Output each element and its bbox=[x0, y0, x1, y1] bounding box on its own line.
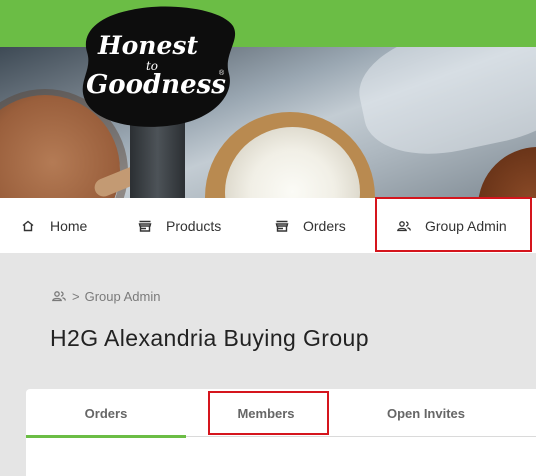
nav-item-orders[interactable]: Orders bbox=[274, 198, 346, 253]
tab-label: Orders bbox=[84, 405, 128, 421]
tab-orders[interactable]: Orders bbox=[26, 389, 186, 437]
tab-label: Open Invites bbox=[386, 405, 466, 421]
highlight-box-group-admin bbox=[375, 197, 532, 252]
nav-item-label: Home bbox=[50, 217, 88, 234]
nav-item-products[interactable]: Products bbox=[137, 198, 221, 253]
hero-spice-bowl bbox=[478, 147, 536, 198]
tab-open-invites[interactable]: Open Invites bbox=[346, 389, 506, 437]
highlight-box-members bbox=[208, 391, 329, 435]
nav-item-home[interactable]: Home bbox=[20, 198, 87, 253]
breadcrumb-separator: > bbox=[72, 288, 80, 304]
store-icon bbox=[137, 218, 153, 234]
breadcrumb: > Group Admin bbox=[51, 288, 160, 304]
brand-logo[interactable]: Honest to Goodness ® bbox=[71, 4, 237, 130]
home-icon bbox=[20, 218, 36, 234]
logo-registered-mark: ® bbox=[219, 70, 225, 77]
nav-item-label: Products bbox=[166, 217, 222, 234]
breadcrumb-item-group-admin[interactable]: Group Admin bbox=[85, 289, 161, 304]
group-icon bbox=[51, 288, 67, 304]
hero-cloth bbox=[349, 47, 536, 169]
page-title: H2G Alexandria Buying Group bbox=[50, 325, 369, 351]
logo-text-honest: Honest bbox=[98, 31, 198, 60]
active-tab-indicator bbox=[26, 435, 186, 438]
nav-item-label: Orders bbox=[303, 217, 346, 234]
logo-text-goodness: Goodness bbox=[86, 70, 226, 100]
store-icon bbox=[274, 218, 290, 234]
